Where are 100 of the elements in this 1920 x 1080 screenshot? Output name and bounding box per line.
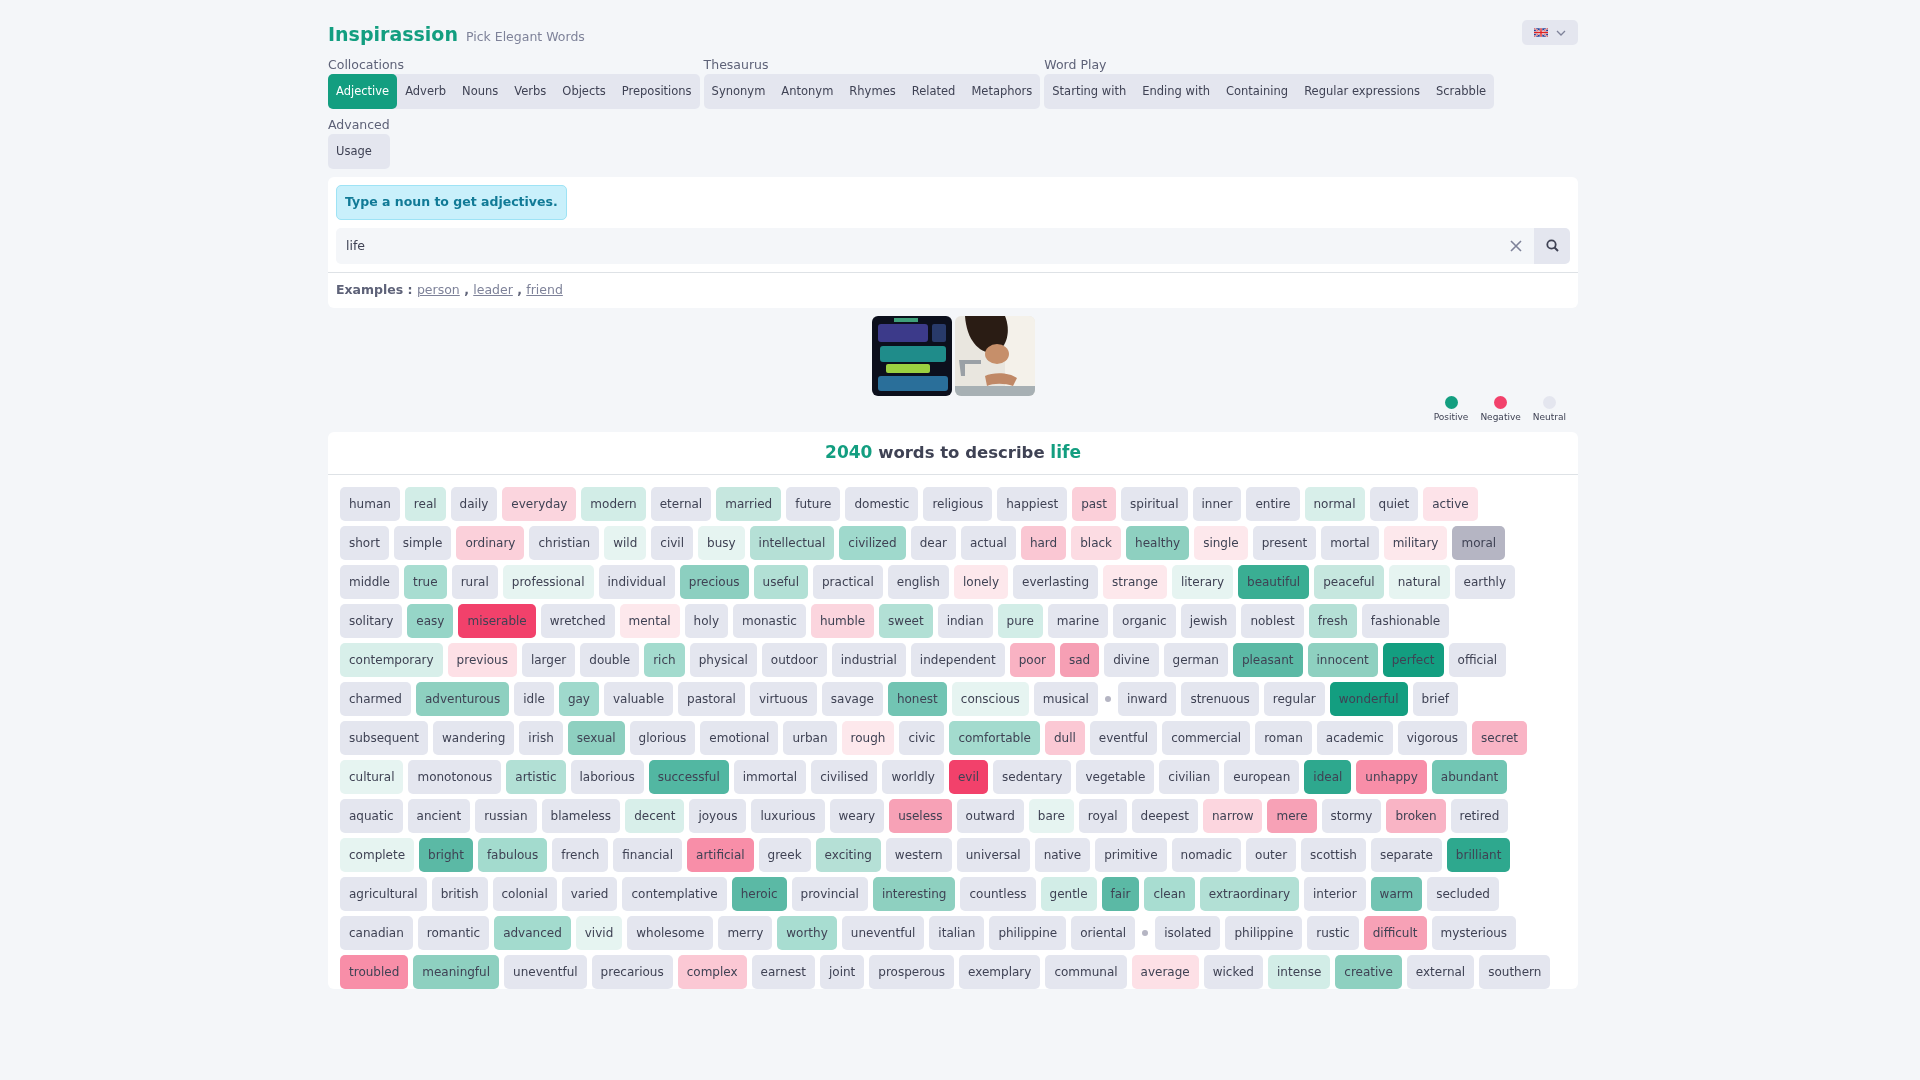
word-tag[interactable]: mortal — [1321, 525, 1379, 560]
word-tag[interactable]: daily — [450, 486, 498, 521]
word-tag[interactable]: russian — [475, 798, 537, 833]
word-tag[interactable]: black — [1071, 525, 1122, 560]
word-tag[interactable]: irish — [519, 720, 563, 755]
word-tag[interactable]: complex — [677, 954, 747, 989]
word-tag[interactable]: gay — [558, 681, 599, 716]
word-tag[interactable]: natural — [1388, 564, 1450, 599]
word-tag[interactable]: moral — [1452, 525, 1506, 560]
word-tag[interactable]: weary — [829, 798, 885, 833]
word-tag[interactable]: official — [1448, 642, 1507, 677]
tab[interactable]: Antonym — [773, 73, 842, 109]
word-tag[interactable]: rustic — [1307, 915, 1359, 950]
word-tag[interactable]: larger — [521, 642, 576, 677]
word-tag[interactable]: comfortable — [949, 720, 1040, 755]
word-tag[interactable]: quiet — [1369, 486, 1419, 521]
word-tag[interactable]: civic — [899, 720, 945, 755]
word-tag[interactable]: individual — [598, 564, 675, 599]
word-tag[interactable]: western — [885, 837, 952, 872]
word-tag[interactable]: sweet — [879, 603, 933, 638]
word-tag[interactable]: normal — [1304, 486, 1365, 521]
word-tag[interactable]: christian — [529, 525, 600, 560]
word-tag[interactable]: nomadic — [1171, 837, 1242, 872]
word-tag[interactable]: artistic — [506, 759, 566, 794]
word-tag[interactable]: spiritual — [1121, 486, 1188, 521]
word-tag[interactable]: intellectual — [749, 525, 835, 560]
word-tag[interactable]: german — [1163, 642, 1228, 677]
word-tag[interactable]: communal — [1045, 954, 1127, 989]
word-tag[interactable]: earnest — [751, 954, 815, 989]
tab[interactable]: Prepositions — [613, 73, 700, 109]
word-tag[interactable]: healthy — [1126, 525, 1190, 560]
word-tag[interactable]: british — [431, 876, 488, 911]
word-tag[interactable]: noblest — [1241, 603, 1304, 638]
word-tag[interactable]: blameless — [541, 798, 621, 833]
word-tag[interactable]: sad — [1059, 642, 1100, 677]
word-tag[interactable]: average — [1131, 954, 1199, 989]
example-link[interactable]: leader — [473, 281, 513, 297]
word-tag[interactable]: humble — [810, 603, 875, 638]
word-tag[interactable]: contemporary — [340, 642, 443, 677]
word-tag[interactable]: outer — [1246, 837, 1297, 872]
word-tag[interactable]: meaningful — [413, 954, 500, 989]
tab[interactable]: Objects — [554, 73, 614, 109]
word-tag[interactable]: single — [1194, 525, 1248, 560]
word-tag[interactable]: mere — [1267, 798, 1317, 833]
word-tag[interactable]: prosperous — [869, 954, 955, 989]
word-tag[interactable]: creative — [1335, 954, 1402, 989]
word-tag[interactable]: italian — [929, 915, 985, 950]
word-tag[interactable]: mental — [619, 603, 680, 638]
word-tag[interactable]: industrial — [831, 642, 906, 677]
tab[interactable]: Ending with — [1134, 73, 1218, 109]
word-tag[interactable]: conscious — [951, 681, 1029, 716]
word-tag[interactable]: worthy — [777, 915, 837, 950]
word-tag[interactable]: varied — [561, 876, 618, 911]
word-tag[interactable]: regular — [1263, 681, 1325, 716]
word-tag[interactable]: lonely — [953, 564, 1009, 599]
word-tag[interactable]: easy — [407, 603, 454, 638]
word-tag[interactable]: troubled — [340, 954, 409, 989]
word-tag[interactable]: external — [1406, 954, 1475, 989]
word-tag[interactable]: aquatic — [340, 798, 403, 833]
tab[interactable]: Verbs — [506, 73, 555, 109]
word-tag[interactable]: holy — [684, 603, 728, 638]
word-tag[interactable]: entire — [1246, 486, 1300, 521]
word-tag[interactable]: scottish — [1301, 837, 1366, 872]
tab[interactable]: Starting with — [1044, 73, 1135, 109]
tab[interactable]: Regular expressions — [1296, 73, 1428, 109]
word-tag[interactable]: idle — [514, 681, 554, 716]
word-tag[interactable]: philippine — [989, 915, 1067, 950]
word-tag[interactable]: exemplary — [959, 954, 1041, 989]
word-tag[interactable]: royal — [1078, 798, 1127, 833]
word-tag[interactable]: beautiful — [1238, 564, 1310, 599]
word-tag[interactable]: glorious — [629, 720, 696, 755]
word-tag[interactable]: savage — [821, 681, 883, 716]
word-tag[interactable]: financial — [613, 837, 683, 872]
word-tag[interactable]: practical — [813, 564, 883, 599]
word-tag[interactable]: true — [404, 564, 447, 599]
word-tag[interactable]: inner — [1192, 486, 1242, 521]
word-tag[interactable]: subsequent — [340, 720, 429, 755]
word-tag[interactable]: clean — [1144, 876, 1195, 911]
word-tag[interactable]: urban — [783, 720, 837, 755]
tab[interactable]: Containing — [1217, 73, 1297, 109]
word-tag[interactable]: sexual — [567, 720, 625, 755]
word-tag[interactable]: fashionable — [1361, 603, 1450, 638]
word-tag[interactable]: luxurious — [751, 798, 825, 833]
tab[interactable]: Rhymes — [841, 73, 904, 109]
word-tag[interactable]: vivid — [575, 915, 623, 950]
word-tag[interactable]: pastoral — [678, 681, 745, 716]
word-tag[interactable]: charmed — [340, 681, 411, 716]
word-tag[interactable]: adventurous — [415, 681, 510, 716]
word-tag[interactable]: wandering — [433, 720, 515, 755]
word-tag[interactable]: military — [1383, 525, 1448, 560]
word-tag[interactable]: strenuous — [1181, 681, 1259, 716]
word-tag[interactable]: universal — [956, 837, 1030, 872]
word-tag[interactable]: hard — [1020, 525, 1067, 560]
word-tag[interactable]: difficult — [1363, 915, 1427, 950]
word-tag[interactable]: emotional — [700, 720, 779, 755]
word-tag[interactable]: uneventful — [504, 954, 587, 989]
word-tag[interactable]: vigorous — [1397, 720, 1468, 755]
word-tag[interactable]: earthly — [1454, 564, 1515, 599]
word-tag[interactable]: peaceful — [1314, 564, 1384, 599]
word-tag[interactable]: valuable — [603, 681, 674, 716]
